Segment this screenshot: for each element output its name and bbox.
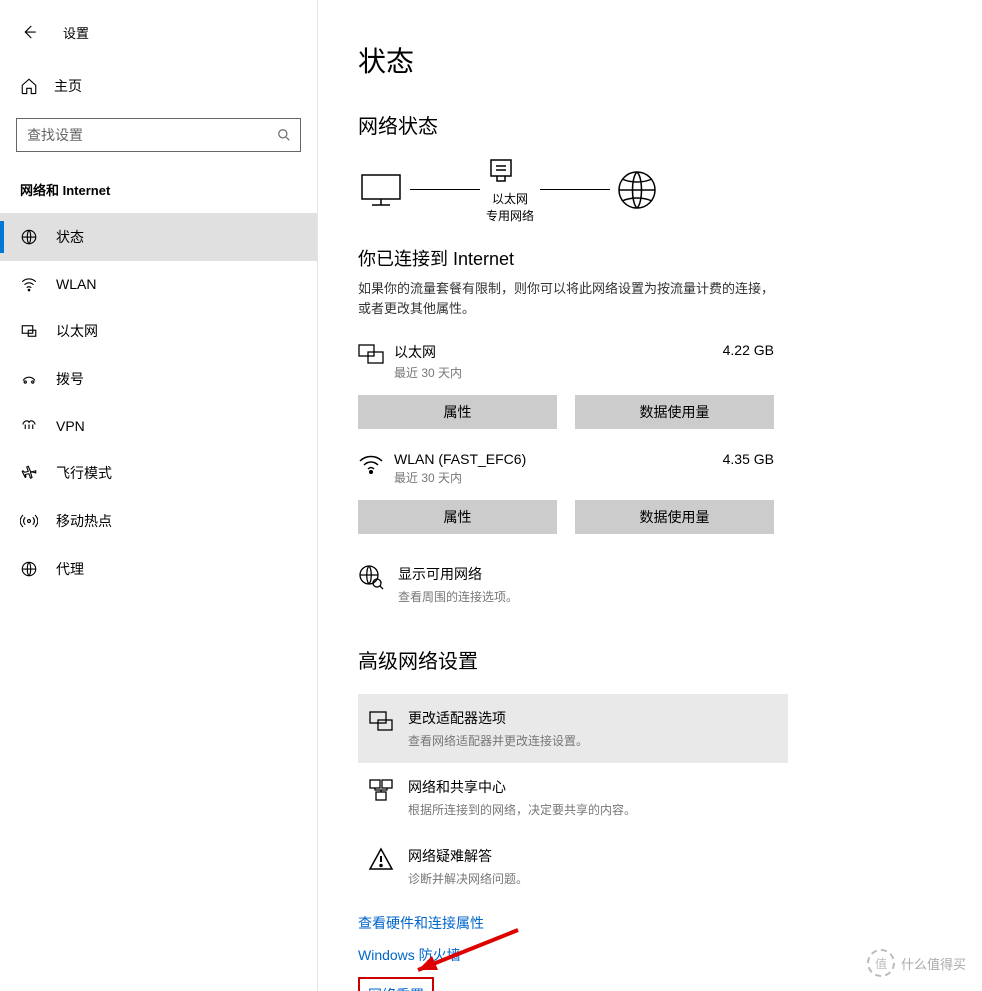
nav-item-proxy[interactable]: 代理 bbox=[0, 545, 317, 593]
nav-item-hotspot[interactable]: 移动热点 bbox=[0, 497, 317, 545]
network-sub: 最近 30 天内 bbox=[394, 469, 723, 486]
vpn-icon bbox=[20, 417, 38, 435]
status-icon bbox=[20, 228, 38, 246]
home-button[interactable]: 主页 bbox=[0, 64, 317, 108]
network-wlan-block: WLAN (FAST_EFC6) 最近 30 天内 4.35 GB 属性 数据使… bbox=[358, 451, 774, 534]
nav-label: 状态 bbox=[56, 227, 84, 247]
nav-item-ethernet[interactable]: 以太网 bbox=[0, 307, 317, 355]
globe-search-icon bbox=[358, 564, 384, 590]
adv-desc-text: 查看网络适配器并更改连接设置。 bbox=[408, 732, 588, 749]
show-available-networks[interactable]: 显示可用网络 查看周围的连接选项。 bbox=[358, 564, 982, 605]
network-sub: 最近 30 天内 bbox=[394, 364, 723, 381]
nav-item-status[interactable]: 状态 bbox=[0, 213, 317, 261]
network-usage: 4.35 GB bbox=[723, 451, 774, 467]
nav-item-airplane[interactable]: 飞行模式 bbox=[0, 449, 317, 497]
network-name: WLAN (FAST_EFC6) bbox=[394, 451, 723, 467]
home-label: 主页 bbox=[54, 76, 82, 96]
diagram-line bbox=[410, 189, 480, 190]
wifi-icon bbox=[20, 275, 38, 293]
nav-item-wlan[interactable]: WLAN bbox=[0, 261, 317, 307]
page-title: 状态 bbox=[358, 40, 982, 80]
adv-title-text: 网络和共享中心 bbox=[408, 777, 636, 797]
proxy-icon bbox=[20, 560, 38, 578]
hotspot-icon bbox=[20, 512, 38, 530]
nav-item-dialup[interactable]: 拨号 bbox=[0, 355, 317, 403]
airplane-icon bbox=[20, 464, 38, 482]
home-icon bbox=[20, 77, 38, 95]
available-desc: 查看周围的连接选项。 bbox=[398, 588, 518, 605]
diagram-priv-label: 专用网络 bbox=[486, 209, 534, 223]
router-icon bbox=[486, 155, 516, 185]
properties-button[interactable]: 属性 bbox=[358, 500, 557, 534]
router-block: 以太网专用网络 bbox=[486, 155, 534, 225]
network-ethernet-block: 以太网 最近 30 天内 4.22 GB 属性 数据使用量 bbox=[358, 342, 774, 429]
sidebar: 设置 主页 网络和 Internet 状态 WLAN 以太网 拨号 bbox=[0, 0, 318, 991]
adv-title-text: 更改适配器选项 bbox=[408, 708, 588, 728]
advanced-heading: 高级网络设置 bbox=[358, 645, 982, 674]
watermark: 值 什么值得买 bbox=[867, 949, 966, 977]
watermark-icon: 值 bbox=[867, 949, 895, 977]
main-content: 状态 网络状态 以太网专用网络 你已连接到 Internet 如果你的流量套餐有… bbox=[318, 0, 982, 991]
properties-button[interactable]: 属性 bbox=[358, 395, 557, 429]
adv-desc-text: 根据所连接到的网络，决定要共享的内容。 bbox=[408, 801, 636, 818]
adapter-icon bbox=[368, 708, 394, 734]
network-sharing-center[interactable]: 网络和共享中心 根据所连接到的网络，决定要共享的内容。 bbox=[358, 763, 788, 832]
adv-title-text: 网络疑难解答 bbox=[408, 846, 528, 866]
diagram-eth-label: 以太网 bbox=[492, 192, 528, 206]
app-title: 设置 bbox=[63, 23, 89, 42]
globe-icon bbox=[616, 169, 658, 211]
network-reset-link[interactable]: 网络重置 bbox=[358, 977, 434, 991]
nav-list: 状态 WLAN 以太网 拨号 VPN 飞行模式 移动热点 代理 bbox=[0, 213, 317, 593]
nav-label: VPN bbox=[56, 418, 85, 434]
sharing-icon bbox=[368, 777, 394, 803]
pc-icon bbox=[358, 171, 404, 209]
network-usage: 4.22 GB bbox=[723, 342, 774, 358]
nav-label: 飞行模式 bbox=[56, 463, 112, 483]
available-title: 显示可用网络 bbox=[398, 564, 518, 584]
status-heading: 网络状态 bbox=[358, 110, 982, 139]
nav-label: 移动热点 bbox=[56, 511, 112, 531]
adv-desc-text: 诊断并解决网络问题。 bbox=[408, 870, 528, 887]
category-label: 网络和 Internet bbox=[0, 170, 317, 213]
nav-label: 以太网 bbox=[56, 321, 98, 341]
data-usage-button[interactable]: 数据使用量 bbox=[575, 500, 774, 534]
connected-desc: 如果你的流量套餐有限制，则你可以将此网络设置为按流量计费的连接，或者更改其他属性… bbox=[358, 279, 778, 321]
dialup-icon bbox=[20, 370, 38, 388]
watermark-text: 什么值得买 bbox=[901, 954, 966, 973]
ethernet-icon bbox=[20, 322, 38, 340]
network-diagram: 以太网专用网络 bbox=[358, 155, 982, 225]
search-wrap bbox=[16, 118, 301, 152]
search-icon bbox=[277, 128, 291, 142]
data-usage-button[interactable]: 数据使用量 bbox=[575, 395, 774, 429]
hardware-properties-link[interactable]: 查看硬件和连接属性 bbox=[358, 907, 982, 939]
connected-title: 你已连接到 Internet bbox=[358, 245, 982, 271]
header: 设置 bbox=[0, 10, 317, 64]
nav-label: 拨号 bbox=[56, 369, 84, 389]
nav-item-vpn[interactable]: VPN bbox=[0, 403, 317, 449]
nav-label: 代理 bbox=[56, 559, 84, 579]
troubleshoot-icon bbox=[368, 846, 394, 872]
wifi-icon bbox=[358, 451, 394, 475]
arrow-left-icon bbox=[20, 23, 38, 41]
network-troubleshooter[interactable]: 网络疑难解答 诊断并解决网络问题。 bbox=[358, 832, 788, 901]
diagram-line bbox=[540, 189, 610, 190]
change-adapter-options[interactable]: 更改适配器选项 查看网络适配器并更改连接设置。 bbox=[358, 694, 788, 763]
network-name: 以太网 bbox=[394, 342, 723, 362]
back-button[interactable] bbox=[15, 18, 43, 46]
search-input[interactable] bbox=[16, 118, 301, 152]
nav-label: WLAN bbox=[56, 276, 96, 292]
ethernet-icon bbox=[358, 342, 394, 366]
